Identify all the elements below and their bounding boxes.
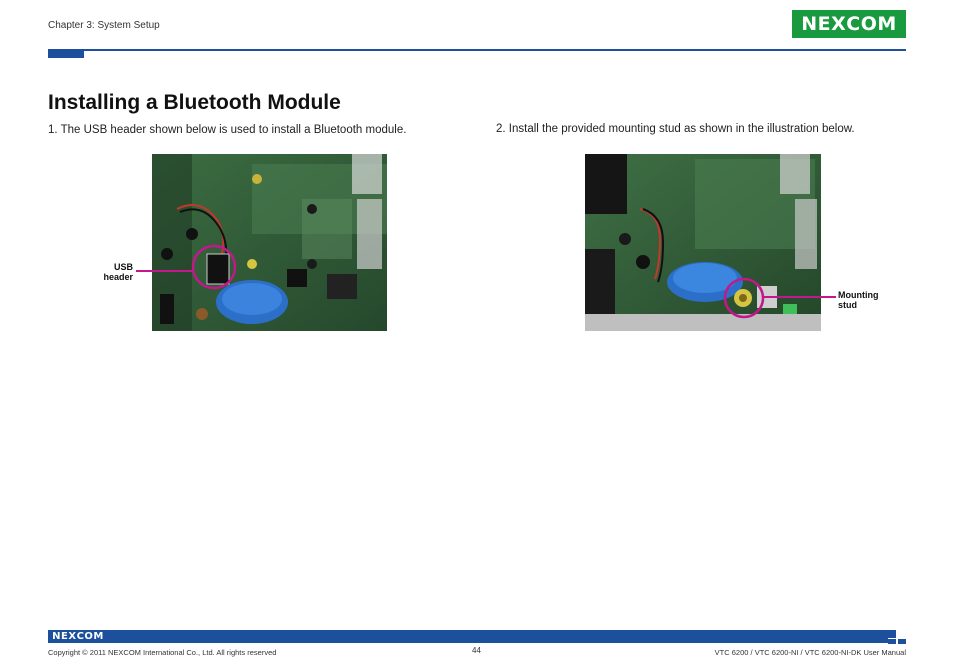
footer-bar bbox=[48, 630, 888, 643]
mount-callout-line1: Mounting bbox=[838, 290, 879, 300]
step-1-text: 1. The USB header shown below is used to… bbox=[48, 124, 407, 136]
header-rule-block bbox=[48, 49, 84, 58]
page-number: 44 bbox=[472, 646, 481, 655]
logo-text-com: COM bbox=[846, 13, 897, 35]
logo-text-ne: NE bbox=[801, 13, 832, 35]
step-2-text: 2. Install the provided mounting stud as… bbox=[496, 123, 855, 135]
usb-callout-line2: header bbox=[103, 272, 133, 282]
footer-logo-text-x: X bbox=[68, 631, 77, 642]
copyright-text: Copyright © 2011 NEXCOM International Co… bbox=[48, 648, 277, 657]
mounting-stud-photo bbox=[585, 154, 821, 331]
nexcom-logo: NE X COM bbox=[792, 10, 906, 38]
usb-callout-leader bbox=[136, 270, 192, 272]
usb-header-callout: USB header bbox=[98, 262, 133, 282]
footer-squares-icon bbox=[888, 630, 906, 644]
chapter-title: Chapter 3: System Setup bbox=[48, 20, 160, 31]
manual-title: VTC 6200 / VTC 6200-NI / VTC 6200-NI-DK … bbox=[714, 648, 906, 657]
mount-callout-leader bbox=[764, 296, 836, 298]
header-rule bbox=[48, 49, 906, 51]
page-title: Installing a Bluetooth Module bbox=[48, 91, 341, 114]
footer-logo-text-ne: NE bbox=[52, 631, 69, 642]
footer-nexcom-logo: NE X COM bbox=[48, 630, 108, 643]
usb-header-photo bbox=[152, 154, 387, 331]
mount-callout-line2: stud bbox=[838, 300, 857, 310]
logo-text-x: X bbox=[831, 13, 847, 35]
footer-logo-text-com: COM bbox=[76, 631, 104, 642]
mounting-stud-callout: Mounting stud bbox=[838, 290, 898, 310]
usb-callout-line1: USB bbox=[113, 262, 133, 272]
